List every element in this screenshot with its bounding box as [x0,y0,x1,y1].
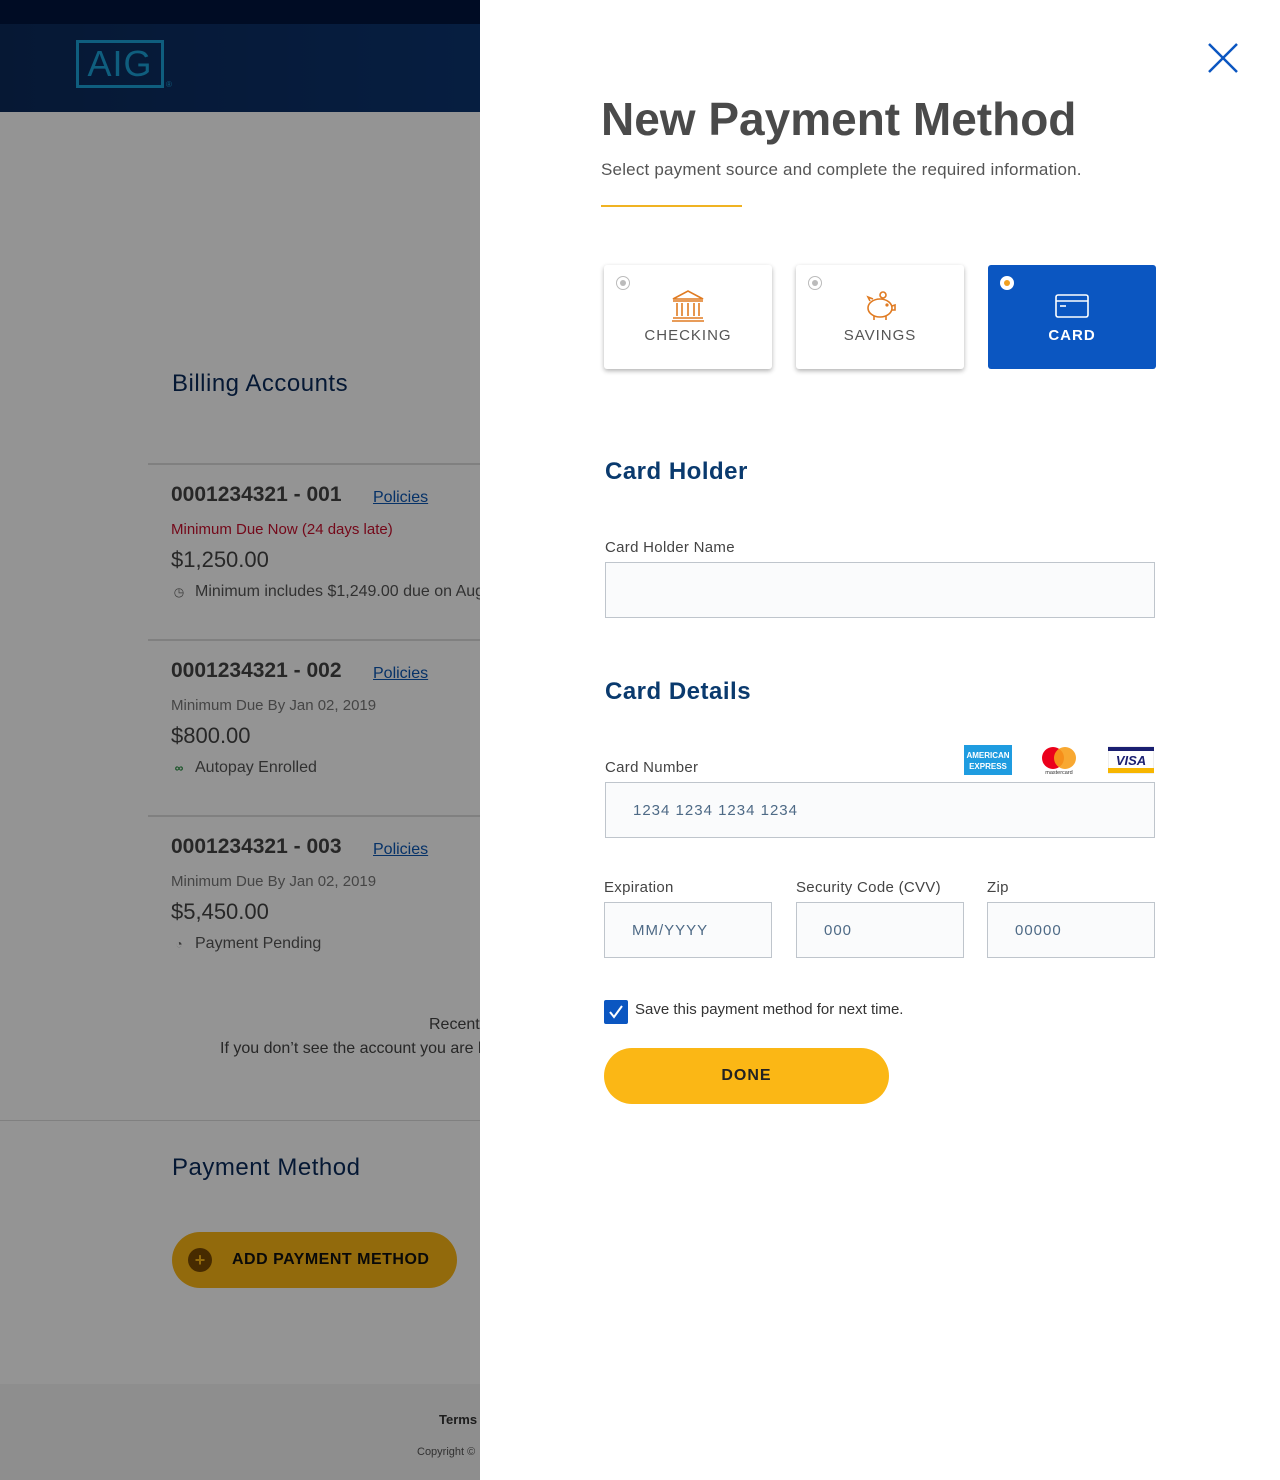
credit-card-icon [1055,294,1089,318]
radio-checking[interactable] [616,276,630,290]
card-holder-name-label: Card Holder Name [605,539,735,556]
option-checking[interactable]: CHECKING [604,265,772,369]
option-card[interactable]: CARD [988,265,1156,369]
expiration-label: Expiration [604,879,674,896]
svg-text:VISA: VISA [1116,753,1146,768]
amex-icon: AMERICAN EXPRESS [964,745,1012,775]
zip-input[interactable] [987,902,1155,958]
radio-savings[interactable] [808,276,822,290]
piggy-bank-icon [866,291,896,320]
option-savings[interactable]: SAVINGS [796,265,964,369]
svg-text:AMERICAN: AMERICAN [966,751,1009,760]
zip-label: Zip [987,879,1009,896]
expiration-input[interactable] [604,902,772,958]
card-holder-heading: Card Holder [605,458,748,485]
cvv-label: Security Code (CVV) [796,879,941,896]
save-method-label: Save this payment method for next time. [635,1001,904,1018]
card-holder-name-input[interactable] [605,562,1155,618]
visa-icon: VISA [1108,746,1154,774]
svg-text:EXPRESS: EXPRESS [969,762,1007,771]
done-button[interactable]: DONE [604,1048,889,1104]
close-icon[interactable] [1205,40,1241,76]
new-payment-method-drawer: New Payment Method Select payment source… [480,0,1280,1480]
mastercard-icon: mastercard [1042,747,1076,775]
card-details-heading: Card Details [605,678,752,705]
checkmark-icon [609,1005,623,1019]
option-label: SAVINGS [843,327,917,344]
title-underline [601,205,742,207]
cvv-input[interactable] [796,902,964,958]
radio-card[interactable] [1000,276,1014,290]
card-number-input[interactable] [605,782,1155,838]
drawer-subtitle: Select payment source and complete the r… [601,160,1082,179]
bank-icon [672,290,704,322]
option-label: CARD [1048,327,1096,344]
option-label: CHECKING [644,327,732,344]
drawer-title: New Payment Method [601,93,1077,145]
svg-text:mastercard: mastercard [1045,770,1073,775]
card-number-label: Card Number [605,759,699,776]
save-method-checkbox[interactable] [604,1000,628,1024]
